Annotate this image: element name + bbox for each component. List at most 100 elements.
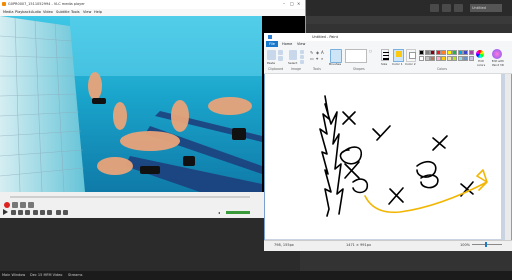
palette-swatch[interactable]: [419, 56, 424, 61]
group-tools: Tools: [313, 67, 321, 71]
copy-icon[interactable]: [278, 56, 283, 61]
vlc-seek-slider[interactable]: [10, 196, 250, 198]
pencil-icon[interactable]: ✎: [310, 50, 313, 55]
color2-label: Color 2: [405, 62, 416, 66]
paste-label: Paste: [267, 61, 276, 65]
brushes-button[interactable]: [330, 49, 342, 63]
canvas-drawing: [319, 95, 488, 217]
video-frame[interactable]: [0, 16, 262, 192]
fill-icon[interactable]: ◈: [316, 50, 319, 55]
vlc-menu-subtitle[interactable]: Subtitle: [56, 9, 70, 16]
vlc-menu-media[interactable]: Media: [3, 9, 14, 16]
dark-toolbar-button[interactable]: [430, 4, 439, 12]
speaker-icon[interactable]: ◂: [218, 210, 220, 215]
palette-swatch[interactable]: [424, 50, 430, 55]
frame-step-button[interactable]: [28, 202, 34, 208]
palette-swatch[interactable]: [457, 56, 463, 61]
taskbar-item-main-window[interactable]: Main Window: [2, 273, 25, 278]
loop-ab-button[interactable]: [20, 202, 26, 208]
play-icon[interactable]: [3, 209, 8, 215]
record-button[interactable]: [4, 202, 10, 208]
eraser-icon[interactable]: ▭: [310, 56, 314, 61]
palette-swatch[interactable]: [468, 56, 474, 61]
palette-swatch[interactable]: [446, 56, 452, 61]
snapshot-button[interactable]: [12, 202, 18, 208]
outline-fill-options[interactable]: ▢: [369, 49, 379, 61]
close-icon[interactable]: ×: [297, 1, 300, 6]
paint-title-bar: Untitled - Paint: [264, 33, 512, 41]
canvas-size: 1471 × 991px: [346, 243, 372, 247]
select-icon[interactable]: [289, 50, 297, 60]
maximize-icon[interactable]: □: [290, 1, 294, 6]
taskbar-item-streams[interactable]: Streams: [68, 273, 83, 278]
paint3d-icon[interactable]: [492, 49, 502, 59]
palette-swatch[interactable]: [457, 50, 463, 55]
volume-slider[interactable]: [226, 211, 250, 214]
palette-swatch[interactable]: [441, 56, 446, 61]
stop-button[interactable]: [18, 210, 23, 215]
paint-status-bar: [264, 240, 512, 251]
shuffle-button[interactable]: [63, 210, 68, 215]
resize-icon[interactable]: [300, 55, 304, 59]
color2-swatch: [409, 52, 416, 59]
ink-vertical-scribble: [319, 95, 344, 217]
palette-swatch[interactable]: [441, 50, 446, 55]
palette-swatch[interactable]: [430, 50, 435, 55]
palette-swatch[interactable]: [468, 50, 474, 55]
size-button[interactable]: [381, 49, 389, 61]
paint-window-title: Untitled - Paint: [312, 34, 338, 39]
text-icon[interactable]: A: [321, 50, 324, 55]
palette-swatch[interactable]: [424, 56, 430, 61]
vlc-menu-tools[interactable]: Tools: [71, 9, 80, 16]
vlc-menu-view[interactable]: View: [83, 9, 91, 16]
dark-tab-label[interactable]: Untitled: [470, 4, 502, 12]
color1-button[interactable]: [393, 49, 404, 62]
previous-button[interactable]: [11, 210, 16, 215]
palette-swatch[interactable]: [463, 50, 468, 55]
palette-swatch[interactable]: [430, 56, 435, 61]
color-picker-icon[interactable]: ⌖: [316, 56, 318, 61]
cursor-position: 798, 155px: [274, 243, 294, 247]
palette-swatch[interactable]: [463, 56, 468, 61]
playlist-button[interactable]: [47, 210, 52, 215]
vlc-menu-audio[interactable]: Audio: [31, 9, 41, 16]
palette-swatch[interactable]: [419, 50, 424, 55]
palette-swatch[interactable]: [452, 50, 457, 55]
palette-swatch[interactable]: [435, 56, 441, 61]
paste-icon[interactable]: [267, 50, 276, 60]
palette-swatch[interactable]: [435, 50, 441, 55]
ink-oval-2: [352, 178, 369, 194]
zoom-slider-thumb[interactable]: [485, 242, 487, 247]
palette-swatch[interactable]: [452, 56, 457, 61]
minimize-icon[interactable]: –: [283, 1, 285, 6]
next-button[interactable]: [25, 210, 30, 215]
palette-swatch[interactable]: [446, 50, 452, 55]
zoom-level: 100%: [460, 243, 471, 247]
edit-colors-icon[interactable]: [476, 50, 484, 58]
loop-button[interactable]: [56, 210, 61, 215]
taskbar-item-video[interactable]: Dec 15 MFM Video: [30, 273, 62, 278]
fullscreen-button[interactable]: [33, 210, 38, 215]
extended-settings-button[interactable]: [40, 210, 45, 215]
drawing-canvas[interactable]: [265, 74, 501, 239]
group-image: Image: [291, 67, 301, 71]
group-colors: Colors: [437, 67, 447, 71]
vlc-menu-video[interactable]: Video: [43, 9, 53, 16]
magnifier-icon[interactable]: ⌕: [321, 56, 323, 61]
canvas-vertical-scrollbar[interactable]: [505, 74, 511, 240]
size-label: Size: [381, 62, 388, 66]
color2-button[interactable]: [406, 49, 416, 62]
zoom-slider[interactable]: [472, 244, 502, 245]
shapes-gallery[interactable]: [345, 49, 367, 63]
vlc-menu-playback[interactable]: Playback: [15, 9, 31, 16]
vlc-menu-help[interactable]: Help: [94, 9, 102, 16]
dark-toolbar-button[interactable]: [454, 4, 463, 12]
rotate-icon[interactable]: [300, 60, 304, 64]
vlc-cone-icon: [2, 2, 6, 6]
ink-mark-2: [372, 125, 391, 141]
cut-icon[interactable]: [278, 50, 283, 55]
select-label: Select: [288, 61, 298, 65]
dark-toolbar-button[interactable]: [442, 4, 451, 12]
crop-icon[interactable]: [300, 50, 304, 54]
vlc-control-bar: [0, 200, 305, 218]
